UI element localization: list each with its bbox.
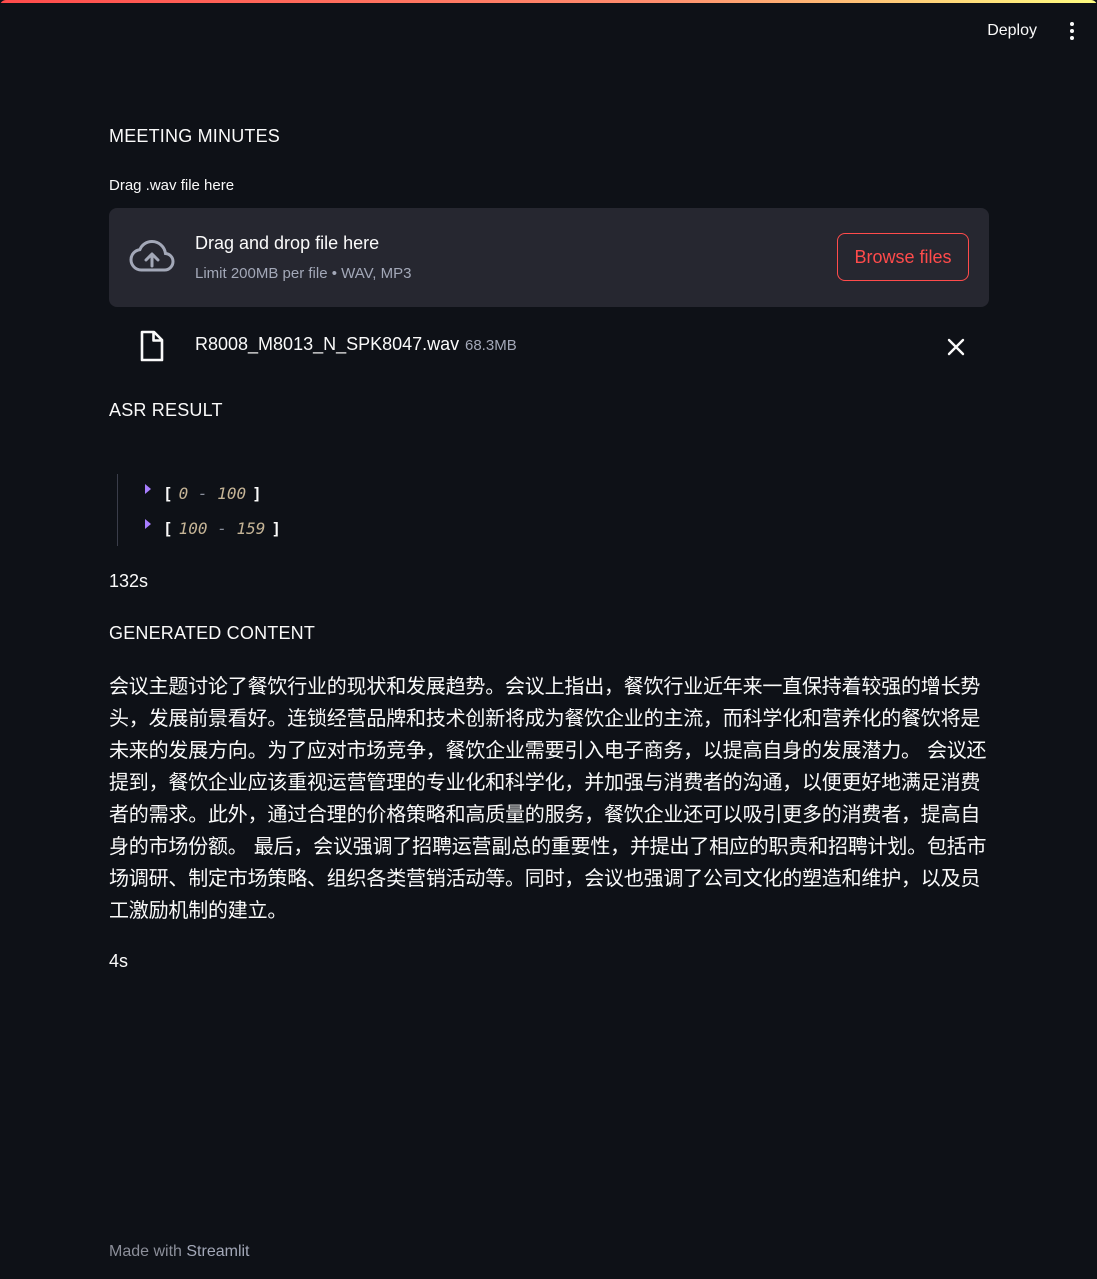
- footer: Made with Streamlit: [109, 1243, 250, 1261]
- asr-segment-toggle[interactable]: [ 100 - 159 ]: [145, 516, 281, 540]
- file-name: R8008_M8013_N_SPK8047.wav: [195, 334, 460, 354]
- cloud-upload-icon: [129, 239, 175, 272]
- app-window: Deploy MEETING MINUTES Drag .wav file he…: [0, 0, 1097, 1279]
- streamlit-link[interactable]: Streamlit: [186, 1243, 249, 1260]
- asr-json-viewer: [ 0 - 100 ] [ 100 - 159 ]: [117, 474, 417, 546]
- dropzone-title: Drag and drop file here: [195, 233, 380, 253]
- generated-content-text: 会议主题讨论了餐饮行业的现状和发展趋势。会议上指出，餐饮行业近年来一直保持着较强…: [109, 674, 987, 922]
- file-dropzone[interactable]: Drag and drop file here Limit 200MB per …: [109, 208, 989, 307]
- dropzone-limit: Limit 200MB per file • WAV, MP3: [195, 265, 412, 282]
- expand-caret-icon[interactable]: [145, 519, 151, 529]
- close-icon[interactable]: [945, 336, 967, 358]
- header: Deploy: [975, 0, 1097, 62]
- top-decoration-bar: [0, 0, 1097, 3]
- asr-result-heading: ASR RESULT: [109, 400, 223, 420]
- file-icon: [140, 330, 164, 362]
- expand-caret-icon[interactable]: [145, 484, 151, 494]
- asr-segment-toggle[interactable]: [ 0 - 100 ]: [145, 481, 262, 505]
- uploaded-file-row: R8008_M8013_N_SPK8047.wav 68.3MB: [109, 320, 989, 370]
- page-title: MEETING MINUTES: [109, 126, 281, 146]
- browse-files-button[interactable]: Browse files: [837, 233, 969, 281]
- generated-content-heading: GENERATED CONTENT: [109, 623, 316, 643]
- asr-elapsed-time: 132s: [109, 571, 149, 591]
- file-size: 68.3MB: [465, 337, 517, 354]
- uploader-label: Drag .wav file here: [109, 177, 235, 194]
- footer-prefix: Made with: [109, 1243, 182, 1260]
- generation-elapsed-time: 4s: [109, 951, 129, 971]
- kebab-menu-icon[interactable]: [1063, 19, 1081, 43]
- deploy-button[interactable]: Deploy: [975, 16, 1049, 46]
